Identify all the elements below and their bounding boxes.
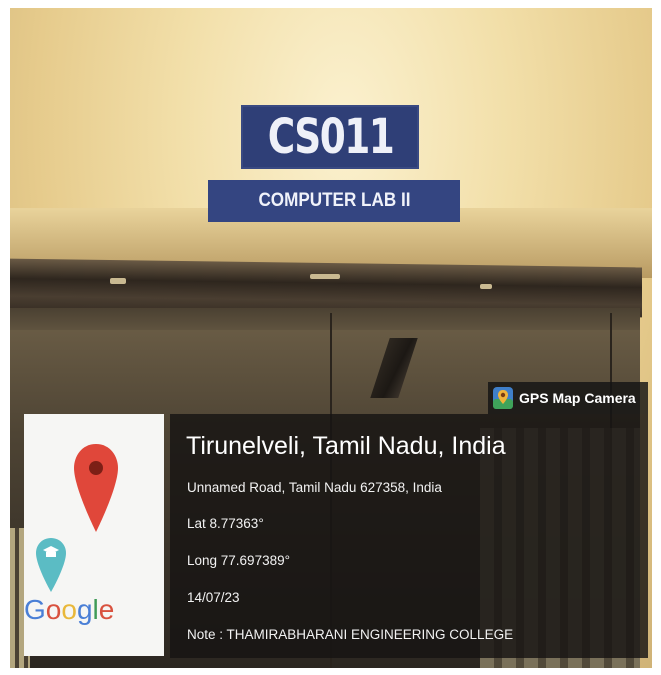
- photo-frame: CS011 COMPUTER LAB II GPS Map Camera Goo…: [0, 0, 661, 675]
- door-panel-top: [10, 308, 640, 330]
- google-logo: Google: [24, 594, 115, 625]
- latitude-line: Lat 8.77363°: [187, 516, 264, 531]
- gps-camera-icon: [492, 386, 514, 410]
- room-name-text: COMPUTER LAB II: [257, 190, 410, 211]
- gps-app-name: GPS Map Camera: [519, 390, 636, 406]
- room-code-sign: CS011: [241, 105, 419, 169]
- location-title: Tirunelveli, Tamil Nadu, India: [186, 432, 506, 460]
- address-line: Unnamed Road, Tamil Nadu 627358, India: [187, 480, 442, 495]
- room-name-sign: COMPUTER LAB II: [208, 180, 460, 222]
- paint-chip: [480, 284, 492, 289]
- paint-chip: [110, 278, 126, 284]
- date-line: 14/07/23: [187, 590, 240, 605]
- map-thumbnail: Google: [24, 414, 164, 656]
- room-code-text: CS011: [267, 109, 394, 165]
- longitude-line: Long 77.697389°: [187, 553, 290, 568]
- note-line: Note : THAMIRABHARANI ENGINEERING COLLEG…: [187, 627, 514, 642]
- paint-chip: [310, 274, 340, 279]
- gps-app-badge: GPS Map Camera: [488, 382, 648, 414]
